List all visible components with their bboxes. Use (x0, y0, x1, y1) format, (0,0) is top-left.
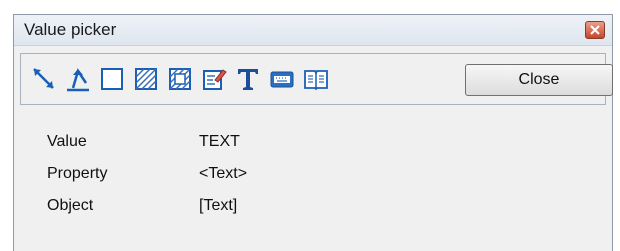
close-button[interactable]: Close (465, 64, 613, 96)
line-arrow-icon[interactable] (31, 66, 57, 92)
edit-document-icon[interactable] (201, 66, 227, 92)
value-picker-window: Value picker Close Value TEXT Property <… (13, 14, 613, 251)
property-row-property: Property <Text> (47, 165, 447, 197)
value-value: TEXT (199, 133, 240, 150)
window-title: Value picker (24, 20, 117, 39)
rectangle-icon[interactable] (99, 66, 125, 92)
text-icon[interactable] (235, 66, 261, 92)
property-list: Value TEXT Property <Text> Object [Text] (47, 133, 447, 229)
toolbar: Close (20, 53, 613, 105)
property-label: Property (47, 165, 108, 182)
property-row-value: Value TEXT (47, 133, 447, 165)
object-value: [Text] (199, 197, 238, 214)
book-icon[interactable] (303, 66, 329, 92)
property-row-object: Object [Text] (47, 197, 447, 229)
object-label: Object (47, 197, 94, 214)
property-value: <Text> (199, 165, 248, 182)
polyline-arrow-icon[interactable] (65, 66, 91, 92)
window-close-icon[interactable] (585, 21, 605, 39)
value-label: Value (47, 133, 87, 150)
hatched-frame-icon[interactable] (167, 66, 193, 92)
title-bar[interactable]: Value picker (14, 15, 612, 46)
keyboard-icon[interactable] (269, 66, 295, 92)
hatched-rectangle-icon[interactable] (133, 66, 159, 92)
